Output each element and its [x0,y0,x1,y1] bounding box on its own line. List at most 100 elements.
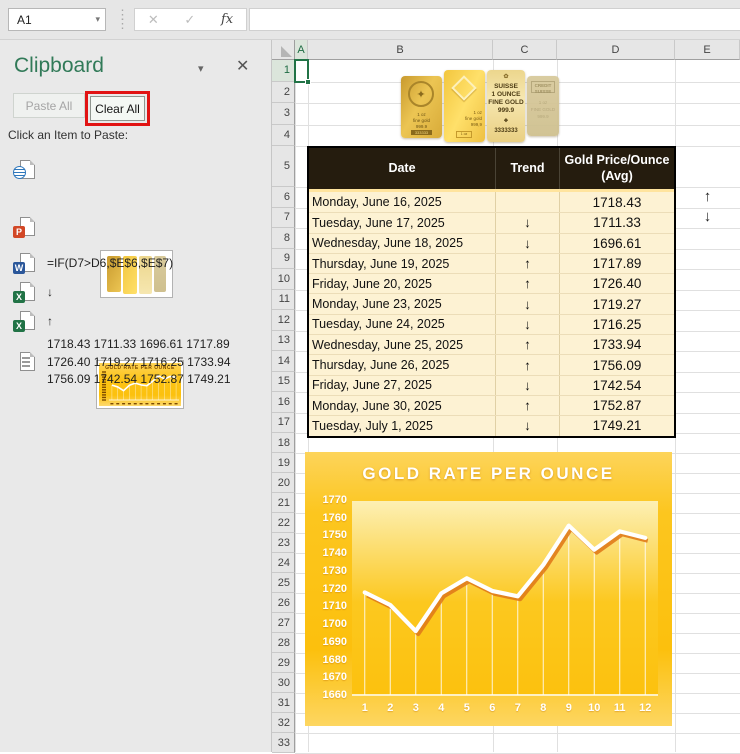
table-cell-trend[interactable]: ↓ [495,376,559,395]
row-header-25[interactable]: 25 [272,573,295,593]
cancel-icon[interactable]: ✕ [148,12,159,28]
cell-name-box[interactable]: A1 ▾ [8,8,106,31]
gold-rate-chart[interactable]: GOLD RATE PER OUNCE 17701760175017401730… [305,452,672,726]
table-cell-trend[interactable]: ↓ [495,294,559,313]
row-header-3[interactable]: 3 [272,103,295,125]
row-header-12[interactable]: 12 [272,310,295,331]
row-header-1[interactable]: 1 [272,60,295,82]
row-header-27[interactable]: 27 [272,613,295,633]
table-cell-price[interactable]: 1752.87 [559,396,674,415]
row-header-33[interactable]: 33 [272,733,295,753]
column-header-D[interactable]: D [557,40,675,60]
table-cell-price[interactable]: 1711.33 [559,213,674,232]
table-cell-trend[interactable]: ↑ [495,355,559,374]
row-header-6[interactable]: 6 [272,187,295,208]
row-header-4[interactable]: 4 [272,125,295,147]
pane-dropdown-icon[interactable]: ▾ [198,62,204,75]
table-cell-trend[interactable]: ↓ [495,416,559,435]
clipboard-item-down-arrow[interactable]: X ↓ [0,282,272,306]
table-cell-price[interactable]: 1742.54 [559,376,674,395]
row-header-23[interactable]: 23 [272,533,295,553]
table-cell-price[interactable]: 1726.40 [559,274,674,293]
table-cell-trend[interactable]: ↓ [495,315,559,334]
row-header-28[interactable]: 28 [272,633,295,653]
row-header-30[interactable]: 30 [272,673,295,693]
row-header-22[interactable]: 22 [272,513,295,533]
name-box-dropdown-icon[interactable]: ▾ [95,14,100,25]
enter-icon[interactable]: ✓ [184,12,195,28]
table-cell-trend[interactable]: ↑ [495,335,559,354]
row-header-21[interactable]: 21 [272,493,295,513]
row-header-13[interactable]: 13 [272,331,295,352]
table-cell-date[interactable]: Wednesday, June 18, 2025 [309,234,495,253]
row-header-18[interactable]: 18 [272,433,295,453]
table-cell-price[interactable]: 1719.27 [559,294,674,313]
row-header-20[interactable]: 20 [272,473,295,493]
row-header-17[interactable]: 17 [272,413,295,434]
select-all-corner[interactable] [272,40,295,60]
paste-all-button[interactable]: Paste All [13,93,85,118]
row-header-15[interactable]: 15 [272,372,295,393]
row-header-32[interactable]: 32 [272,713,295,733]
gold-bars-image[interactable]: ✦ 1 oz fine gold 999.9 333333 1 oz fine … [401,70,559,142]
clipboard-item-powerpoint-chart[interactable]: P GOLD RATE PER OUNCE [0,200,272,250]
row-header-14[interactable]: 14 [272,351,295,372]
row-header-24[interactable]: 24 [272,553,295,573]
column-header-E[interactable]: E [675,40,740,60]
table-cell-date[interactable]: Wednesday, June 25, 2025 [309,335,495,354]
table-header-trend[interactable]: Trend [495,148,559,189]
cell-e6-up-arrow[interactable]: ↑ [675,188,740,205]
clipboard-item-web-image[interactable] [0,145,272,198]
table-cell-date[interactable]: Thursday, June 26, 2025 [309,355,495,374]
table-cell-date[interactable]: Friday, June 27, 2025 [309,376,495,395]
row-header-9[interactable]: 9 [272,249,295,270]
table-header-price[interactable]: Gold Price/Ounce (Avg) [559,148,674,189]
row-header-19[interactable]: 19 [272,453,295,473]
table-cell-trend[interactable] [495,192,559,212]
table-cell-date[interactable]: Friday, June 20, 2025 [309,274,495,293]
row-header-16[interactable]: 16 [272,392,295,413]
row-header-8[interactable]: 8 [272,228,295,249]
table-cell-price[interactable]: 1696.61 [559,234,674,253]
table-cell-price[interactable]: 1756.09 [559,355,674,374]
row-header-2[interactable]: 2 [272,82,295,104]
selected-cell-a1[interactable] [294,59,309,83]
table-cell-date[interactable]: Monday, June 16, 2025 [309,192,495,212]
row-header-31[interactable]: 31 [272,693,295,713]
row-header-7[interactable]: 7 [272,208,295,229]
table-cell-price[interactable]: 1733.94 [559,335,674,354]
table-cell-date[interactable]: Thursday, June 19, 2025 [309,254,495,273]
cell-e7-down-arrow[interactable]: ↓ [675,208,740,225]
table-cell-date[interactable]: Tuesday, June 24, 2025 [309,315,495,334]
fill-handle[interactable] [305,79,311,85]
table-cell-trend[interactable]: ↓ [495,234,559,253]
table-cell-date[interactable]: Monday, June 30, 2025 [309,396,495,415]
table-cell-price[interactable]: 1749.21 [559,416,674,435]
insert-function-icon[interactable]: fx [221,12,233,27]
column-header-A[interactable]: A [295,40,308,60]
table-cell-trend[interactable]: ↑ [495,254,559,273]
table-cell-date[interactable]: Monday, June 23, 2025 [309,294,495,313]
row-header-10[interactable]: 10 [272,269,295,290]
pane-close-icon[interactable]: ✕ [236,56,249,76]
table-header-date[interactable]: Date [309,148,495,189]
formula-bar-input[interactable] [249,8,740,31]
row-header-29[interactable]: 29 [272,653,295,673]
table-cell-trend[interactable]: ↑ [495,274,559,293]
row-header-5[interactable]: 5 [272,146,295,187]
column-header-B[interactable]: B [308,40,493,60]
row-header-11[interactable]: 11 [272,290,295,311]
clear-all-button[interactable]: Clear All [90,96,145,121]
column-header-C[interactable]: C [493,40,557,60]
clipboard-item-up-arrow[interactable]: X ↑ [0,311,272,335]
row-header-26[interactable]: 26 [272,593,295,613]
table-cell-date[interactable]: Tuesday, June 17, 2025 [309,213,495,232]
table-cell-date[interactable]: Tuesday, July 1, 2025 [309,416,495,435]
table-cell-trend[interactable]: ↑ [495,396,559,415]
table-cell-price[interactable]: 1718.43 [559,192,674,212]
table-cell-price[interactable]: 1717.89 [559,254,674,273]
table-cell-trend[interactable]: ↓ [495,213,559,232]
table-cell-price[interactable]: 1716.25 [559,315,674,334]
clipboard-item-numbers[interactable]: 1718.43 1711.33 1696.61 1717.89 1726.40 … [0,336,272,392]
clipboard-item-formula[interactable]: W =IF(D7>D6,$E$6,$E$7) [0,253,272,277]
